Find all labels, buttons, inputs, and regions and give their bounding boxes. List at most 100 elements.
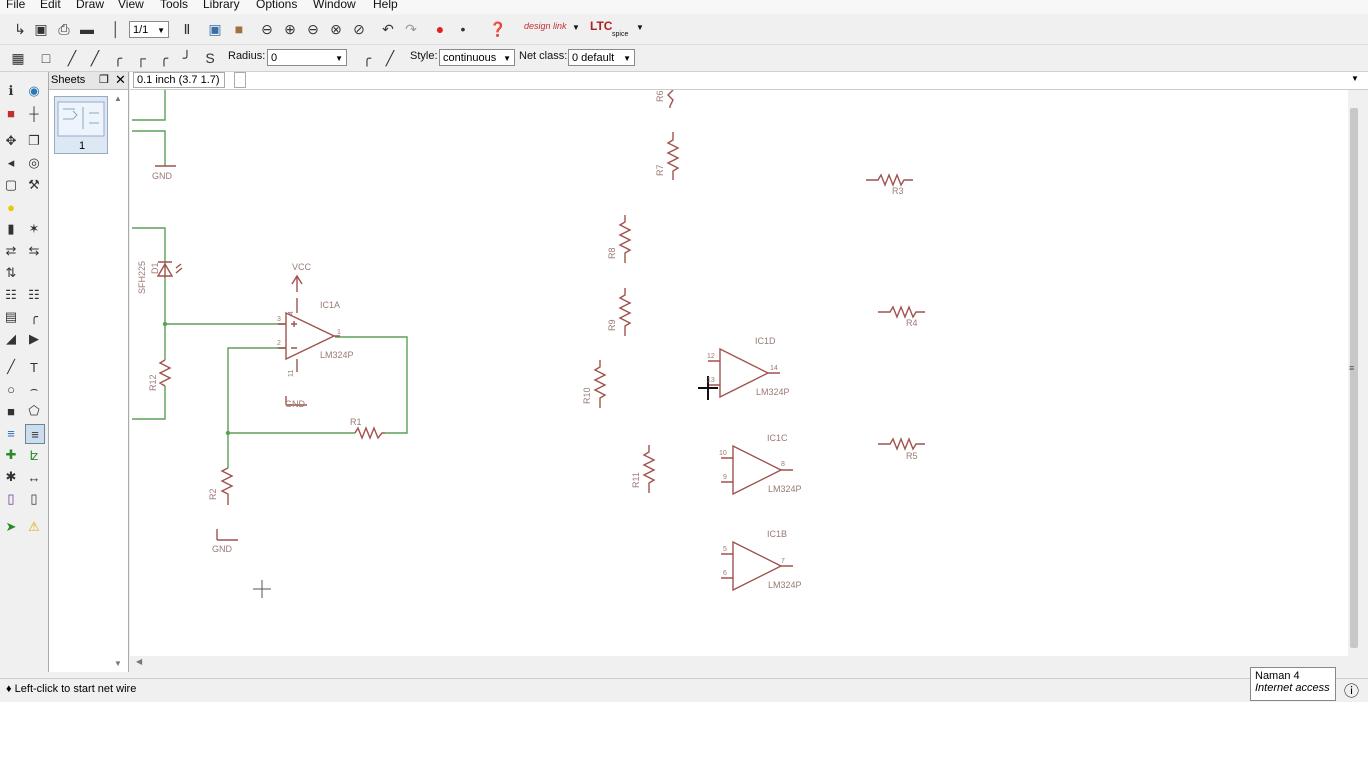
menu-view[interactable]: View — [118, 0, 144, 11]
warning-icon[interactable]: ⚠ — [25, 518, 43, 536]
rect-icon[interactable]: ■ — [2, 402, 20, 420]
zoom-fit-icon[interactable]: ⊖ — [257, 19, 277, 39]
wire-bend-0-icon[interactable]: □ — [36, 48, 56, 68]
pin-icon[interactable]: ❐ — [99, 73, 109, 86]
info-icon[interactable]: ℹ — [2, 82, 20, 100]
undo-icon[interactable]: ↶ — [378, 19, 398, 39]
sheet-thumbnail[interactable]: 1 — [54, 96, 108, 154]
chevron-down-icon[interactable]: ▼ — [636, 23, 644, 32]
vertical-scrollbar[interactable]: ≡ — [1348, 90, 1360, 656]
save-icon[interactable]: ▣ — [31, 19, 51, 39]
menu-draw[interactable]: Draw — [76, 0, 104, 11]
command-input[interactable] — [252, 72, 1355, 87]
chevron-down-icon[interactable]: ▼ — [572, 23, 580, 32]
zoom-area-icon[interactable]: ⊘ — [349, 19, 369, 39]
scroll-down-icon[interactable]: ▼ — [114, 659, 122, 668]
wire-bend-6-icon[interactable]: ╯ — [177, 48, 197, 68]
stop-icon[interactable]: ● — [430, 19, 450, 39]
netclass-select[interactable]: 0 default ▼ — [568, 49, 635, 66]
designlink-logo[interactable]: design link — [524, 21, 567, 31]
board-icon[interactable]: Ⅱ — [177, 19, 197, 39]
cam-icon[interactable]: ▬ — [77, 19, 97, 39]
invoke-icon[interactable]: ▶ — [25, 330, 43, 348]
display-icon[interactable]: ■ — [2, 104, 20, 122]
stop-command-icon[interactable]: ⓘ — [1344, 680, 1359, 701]
text-icon[interactable]: T — [25, 358, 43, 376]
sheets-scrollbar[interactable]: ▲ ▼ — [113, 94, 124, 668]
zoom-redraw-icon[interactable]: ⊗ — [326, 19, 346, 39]
value-icon[interactable]: ☷ — [25, 286, 43, 304]
group-icon[interactable]: ▢ — [2, 176, 20, 194]
delete-icon[interactable]: ▮ — [2, 220, 20, 238]
menu-tools[interactable]: Tools — [160, 0, 188, 11]
smash-icon[interactable]: ▤ — [2, 308, 20, 326]
menu-library[interactable]: Library — [203, 0, 240, 11]
copy-icon[interactable]: ❐ — [25, 132, 43, 150]
miter-icon[interactable]: ╭ — [25, 308, 43, 326]
arc-icon[interactable]: ⌢ — [25, 380, 43, 398]
wire-bend-3-icon[interactable]: ╭ — [108, 48, 128, 68]
polygon-icon[interactable]: ⬠ — [25, 402, 43, 420]
schematic-canvas[interactable]: GND GND GND VCC SFH225 D1 IC1A LM324P 3 … — [130, 89, 1348, 656]
chevron-down-icon[interactable]: ▼ — [1351, 74, 1359, 83]
show-icon[interactable]: ◉ — [25, 82, 43, 100]
net-icon[interactable]: ≡ — [25, 424, 45, 444]
coordinate-toggle[interactable] — [234, 72, 246, 88]
name-icon[interactable]: ☷ — [2, 286, 20, 304]
rotate-icon[interactable]: ◎ — [25, 154, 43, 172]
redo-icon[interactable]: ↷ — [401, 19, 421, 39]
scroll-left-icon[interactable]: ◀ — [136, 657, 142, 666]
zoom-in-icon[interactable]: ⊕ — [280, 19, 300, 39]
split-icon[interactable]: ◢ — [2, 330, 20, 348]
wire-bend-1-icon[interactable]: ╱ — [62, 48, 82, 68]
net-wires[interactable] — [132, 90, 408, 468]
schematic-drawing[interactable]: GND GND GND VCC SFH225 D1 IC1A LM324P 3 … — [130, 89, 1348, 656]
junction-icon[interactable]: ✚ — [2, 446, 20, 464]
menu-help[interactable]: Help — [373, 0, 398, 11]
go-icon[interactable]: • — [453, 19, 473, 39]
replace-icon[interactable]: ⇅ — [2, 264, 20, 282]
open-icon[interactable]: ↳ — [10, 19, 30, 39]
sheet-select[interactable]: 1/1 ▼ — [129, 21, 169, 38]
gateswap-icon[interactable]: ⇆ — [25, 242, 43, 260]
print-icon[interactable]: ⎙ — [54, 19, 74, 39]
erc-icon[interactable]: ➤ — [2, 518, 20, 536]
attribute-icon[interactable]: ✱ — [2, 468, 20, 486]
bus-icon[interactable]: ≡ — [2, 424, 20, 442]
circle-icon[interactable]: ○ — [2, 380, 20, 398]
menu-options[interactable]: Options — [256, 0, 297, 11]
sheet-icon[interactable]: │ — [106, 19, 126, 39]
move-icon[interactable]: ✥ — [2, 132, 20, 150]
wire-bend-4-icon[interactable]: ┌ — [131, 48, 151, 68]
wire-bend-5-icon[interactable]: ╭ — [154, 48, 174, 68]
add-icon[interactable]: ✶ — [25, 220, 43, 238]
help-icon[interactable]: ❓ — [488, 19, 508, 39]
close-icon[interactable]: ✕ — [115, 72, 126, 88]
pinswap-icon[interactable]: ⇄ — [2, 242, 20, 260]
horizontal-scrollbar[interactable]: ◀ — [130, 656, 1348, 669]
frame-icon[interactable]: ▯ — [2, 490, 20, 508]
wire-icon[interactable]: ╱ — [2, 358, 20, 376]
mark-icon[interactable]: ┼ — [25, 104, 43, 122]
vertical-scroll-thumb[interactable] — [1350, 108, 1358, 648]
style-select[interactable]: continuous ▼ — [439, 49, 515, 66]
radius-select[interactable]: 0 ▼ — [267, 49, 347, 66]
wire-bend-2-icon[interactable]: ╱ — [85, 48, 105, 68]
menu-edit[interactable]: Edit — [40, 0, 61, 11]
wire-bend-7-icon[interactable]: S — [200, 48, 220, 68]
miter-straight-icon[interactable]: ╱ — [380, 48, 400, 68]
ltc-logo[interactable]: LTC — [590, 19, 612, 33]
module-icon[interactable]: ▯ — [25, 490, 43, 508]
change-icon[interactable]: ⚒ — [25, 176, 43, 194]
paste-icon[interactable]: ● — [2, 198, 20, 216]
grid-icon[interactable]: ▦ — [8, 48, 28, 68]
menu-window[interactable]: Window — [313, 0, 356, 11]
schematic-icon[interactable]: ▣ — [205, 19, 225, 39]
miter-round-icon[interactable]: ╭ — [357, 48, 377, 68]
scroll-up-icon[interactable]: ▲ — [114, 94, 122, 103]
dimension-icon[interactable]: ↔ — [25, 468, 43, 486]
menu-file[interactable]: File — [6, 0, 25, 11]
brd-icon[interactable]: ■ — [229, 19, 249, 39]
mirror-icon[interactable]: ◂ — [2, 154, 20, 172]
component-symbols[interactable] — [155, 89, 925, 592]
